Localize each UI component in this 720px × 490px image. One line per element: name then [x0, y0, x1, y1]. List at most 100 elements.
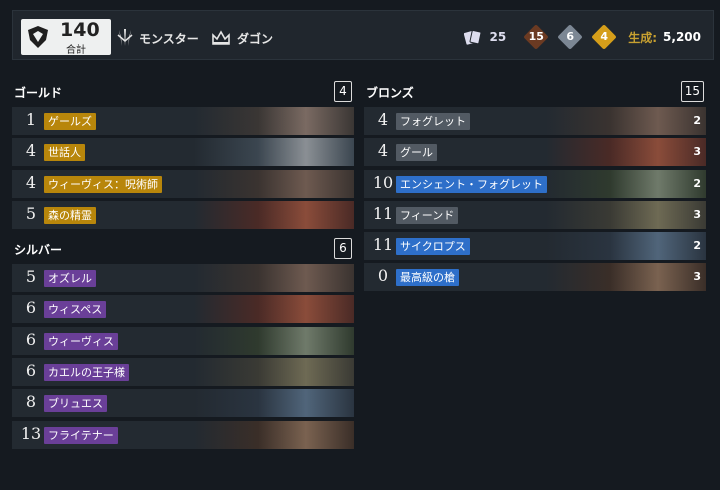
card-row[interactable]: 4 ウィーヴィス：呪術師	[12, 169, 354, 198]
deck-stats: 25 15 6 4 生成: 5,200	[463, 24, 701, 50]
card-row[interactable]: 5 オズレル	[12, 264, 354, 293]
card-cost: 1	[25, 110, 37, 129]
card-name: カエルの王子様	[44, 364, 129, 382]
card-row[interactable]: 5 森の精霊	[12, 200, 354, 229]
cards-icon	[463, 29, 481, 45]
bronze-count: 15	[528, 30, 544, 43]
card-cost: 6	[25, 298, 37, 318]
card-cost: 11	[372, 235, 394, 255]
right-column: ブロンズ 15 4 フォグレット 2 4 グール 3 10 エンシェント・フォグレット 2 11 フ…	[364, 75, 706, 295]
card-row[interactable]: 4 フォグレット 2	[364, 107, 706, 135]
card-row[interactable]: 8 ブリュエス	[12, 389, 354, 418]
card-name: 世話人	[44, 144, 85, 162]
card-name: 森の精霊	[44, 206, 96, 224]
card-art-image	[194, 169, 354, 198]
card-art-image	[194, 420, 354, 449]
card-name: フライテナー	[44, 426, 118, 444]
card-copies: 3	[693, 145, 701, 159]
card-art-image	[194, 200, 354, 229]
total-score-value: 140	[60, 19, 100, 41]
deck-summary-bar: 140 合計 モンスター ダゴン 25 15 6 4 生成: 5,200	[12, 10, 714, 60]
crown-icon	[212, 30, 230, 45]
total-score-label: 合計	[66, 45, 86, 56]
card-row[interactable]: 6 ウィスペス	[12, 295, 354, 324]
card-cost: 6	[25, 361, 37, 381]
card-name: フォグレット	[396, 113, 470, 130]
card-art-image	[194, 358, 354, 387]
card-cost: 13	[20, 423, 42, 443]
card-art-image	[194, 326, 354, 355]
card-cost: 0	[377, 266, 389, 286]
card-cost: 4	[25, 141, 37, 161]
leader-label: ダゴン	[237, 31, 274, 46]
card-copies: 3	[693, 207, 701, 221]
bronze-count-badge: 15	[523, 24, 549, 50]
silver-section-count: 6	[334, 238, 352, 260]
card-name: エンシェント・フォグレット	[396, 175, 547, 193]
silver-count-badge: 6	[557, 24, 583, 50]
total-score-badge: 140 合計	[21, 19, 111, 56]
card-copies: 3	[693, 270, 701, 284]
card-row[interactable]: 4 世話人	[12, 138, 354, 167]
card-cost: 8	[25, 392, 37, 412]
card-row[interactable]: 1 ゲールズ	[12, 107, 354, 135]
bronze-section-count: 15	[680, 81, 704, 102]
card-row[interactable]: 6 カエルの王子様	[12, 358, 354, 387]
card-art-image	[546, 200, 706, 229]
card-art-image	[194, 295, 354, 324]
gold-section-header: ゴールド 4	[12, 75, 354, 107]
gold-count-badge: 4	[591, 24, 617, 50]
card-row[interactable]: 10 エンシェント・フォグレット 2	[364, 169, 706, 198]
claw-icon	[117, 29, 133, 46]
card-row[interactable]: 6 ウィーヴィス	[12, 326, 354, 355]
card-name: 最高級の槍	[396, 269, 459, 287]
card-art-image	[194, 389, 354, 418]
card-cost: 5	[25, 203, 37, 223]
card-art-image	[546, 232, 706, 261]
production-label: 生成:	[628, 30, 658, 45]
card-art-image	[194, 107, 354, 135]
left-column: ゴールド 4 1 ゲールズ 4 世話人 4 ウィーヴィス：呪術師 5 森の精霊 シルバー 6 …	[12, 75, 354, 452]
card-cost: 6	[25, 329, 37, 349]
card-copies: 2	[693, 239, 701, 253]
faction-monsters[interactable]: モンスター	[117, 28, 199, 48]
card-row[interactable]: 0 最高級の槍 3	[364, 263, 706, 292]
card-name: ウィスペス	[44, 301, 107, 319]
bronze-section-header: ブロンズ 15	[364, 75, 706, 107]
card-cost: 4	[377, 110, 389, 129]
gold-section-count: 4	[334, 81, 352, 102]
card-name: グール	[396, 144, 437, 162]
gold-card-list: 1 ゲールズ 4 世話人 4 ウィーヴィス：呪術師 5 森の精霊	[12, 107, 354, 229]
card-art-image	[546, 169, 706, 198]
gold-section-title: ゴールド	[14, 86, 63, 100]
card-copies: 2	[693, 176, 701, 190]
bronze-card-list: 4 フォグレット 2 4 グール 3 10 エンシェント・フォグレット 2 11 フィーンド 3 11 サ…	[364, 107, 706, 292]
silver-card-list: 5 オズレル 6 ウィスペス 6 ウィーヴィス 6 カエルの王子様 8 ブリュエス 13 フライテナー	[12, 264, 354, 449]
card-art-image	[194, 264, 354, 293]
silver-count: 6	[566, 30, 575, 43]
card-row[interactable]: 11 サイクロプス 2	[364, 232, 706, 261]
silver-section-title: シルバー	[14, 243, 63, 258]
card-name: ウィーヴィス：呪術師	[44, 175, 162, 193]
card-cost: 4	[25, 172, 37, 192]
production-value: 5,200	[663, 30, 701, 44]
strength-shield-icon	[28, 26, 48, 48]
card-art-image	[546, 107, 706, 135]
card-row[interactable]: 13 フライテナー	[12, 420, 354, 449]
card-name: オズレル	[44, 270, 96, 288]
bronze-section-title: ブロンズ	[366, 86, 414, 100]
card-name: ブリュエス	[44, 395, 107, 413]
card-name: ウィーヴィス	[44, 332, 118, 350]
leader-dagon[interactable]: ダゴン	[211, 28, 273, 48]
faction-label: モンスター	[139, 31, 199, 46]
gold-count: 4	[600, 30, 609, 43]
card-cost: 10	[372, 172, 394, 192]
card-art-image	[546, 263, 706, 292]
card-copies: 2	[693, 114, 701, 127]
card-row[interactable]: 4 グール 3	[364, 138, 706, 167]
card-row[interactable]: 11 フィーンド 3	[364, 200, 706, 229]
card-count: 25	[489, 30, 507, 44]
card-name: ゲールズ	[44, 113, 96, 130]
card-name: フィーンド	[396, 206, 459, 224]
silver-section-header: シルバー 6	[12, 232, 354, 264]
